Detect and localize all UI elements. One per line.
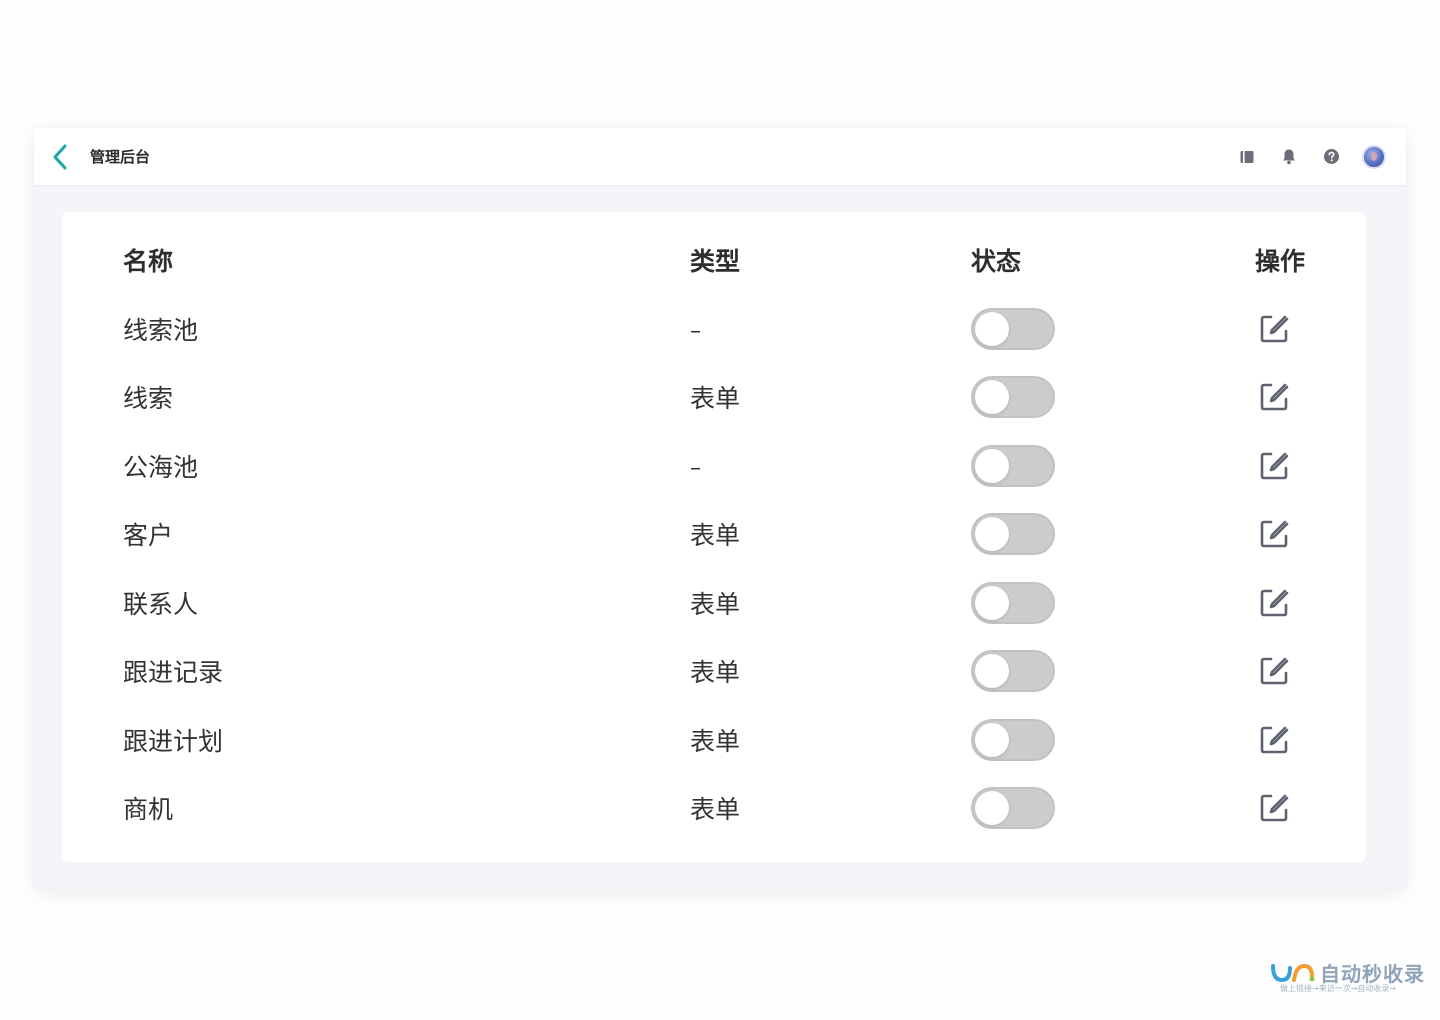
status-toggle[interactable] [971,650,1055,692]
toggle-knob [975,723,1009,757]
toggle-knob [975,654,1009,688]
row-type: 表单 [690,795,741,824]
edit-icon[interactable] [1256,379,1292,415]
watermark: 自动秒收录 做上链接→来访一次→自动收录→ [1270,958,1430,998]
row-name: 线索池 [123,316,199,345]
row-type: – [690,318,701,344]
action-cell [1255,720,1292,760]
status-cell [971,513,1055,555]
book-icon[interactable] [1236,146,1258,168]
column-header-name: 名称 [123,247,174,276]
row-name: 商机 [123,795,174,824]
toggle-knob [975,517,1009,551]
row-type: 表单 [690,384,741,413]
help-icon[interactable] [1320,146,1342,168]
row-type: 表单 [690,521,741,550]
table-header: 名称 类型 状态 操作 [62,240,1366,280]
row-type: 表单 [690,727,741,756]
status-cell [971,445,1055,487]
back-icon[interactable] [52,143,74,171]
action-cell [1255,446,1292,486]
toggle-knob [975,380,1009,414]
action-cell [1255,651,1292,691]
bell-icon[interactable] [1278,146,1300,168]
toggle-knob [975,312,1009,346]
avatar[interactable] [1362,144,1386,169]
status-toggle[interactable] [971,308,1055,350]
edit-icon[interactable] [1256,311,1292,347]
row-type: 表单 [690,590,741,619]
table-row: 跟进记录 表单 [62,650,1366,692]
status-toggle[interactable] [971,787,1055,829]
watermark-subtext: 做上链接→来访一次→自动收录→ [1280,984,1397,993]
row-type: – [690,455,701,481]
action-cell [1255,583,1292,623]
edit-icon[interactable] [1256,722,1292,758]
edit-icon[interactable] [1256,585,1292,621]
status-cell [971,308,1055,350]
table-row: 联系人 表单 [62,582,1366,624]
row-name: 跟进计划 [123,727,224,756]
row-name: 公海池 [123,453,199,482]
topbar-actions [1236,144,1386,169]
status-toggle[interactable] [971,445,1055,487]
status-cell [971,787,1055,829]
action-cell [1255,377,1292,417]
top-bar: 管理后台 [34,128,1406,186]
page-title: 管理后台 [90,148,151,166]
edit-icon[interactable] [1256,448,1292,484]
row-name: 联系人 [123,590,199,619]
table-row: 公海池 – [62,445,1366,487]
app-window: 管理后台 名称 类型 状态 操作 线索池 – 线索 表单 公海池 – 客户 表单… [34,128,1406,890]
watermark-logo-icon [1271,963,1315,983]
table-row: 客户 表单 [62,513,1366,555]
status-toggle[interactable] [971,582,1055,624]
status-toggle[interactable] [971,513,1055,555]
status-cell [971,650,1055,692]
status-toggle[interactable] [971,376,1055,418]
table-row: 商机 表单 [62,787,1366,829]
column-header-status: 状态 [971,247,1022,276]
row-name: 线索 [123,384,174,413]
status-toggle[interactable] [971,719,1055,761]
row-type: 表单 [690,658,741,687]
row-name: 跟进记录 [123,658,224,687]
status-cell [971,719,1055,761]
content-card: 名称 类型 状态 操作 线索池 – 线索 表单 公海池 – 客户 表单 联系人 … [62,212,1366,862]
action-cell [1255,309,1292,349]
action-cell [1255,788,1292,828]
row-name: 客户 [123,521,174,550]
status-cell [971,376,1055,418]
edit-icon[interactable] [1256,790,1292,826]
toggle-knob [975,449,1009,483]
table-row: 线索池 – [62,308,1366,350]
toggle-knob [975,791,1009,825]
action-cell [1255,514,1292,554]
edit-icon[interactable] [1256,653,1292,689]
toggle-knob [975,586,1009,620]
table-row: 线索 表单 [62,376,1366,418]
column-header-action: 操作 [1255,247,1306,276]
table-row: 跟进计划 表单 [62,719,1366,761]
edit-icon[interactable] [1256,516,1292,552]
status-cell [971,582,1055,624]
column-header-type: 类型 [690,247,741,276]
